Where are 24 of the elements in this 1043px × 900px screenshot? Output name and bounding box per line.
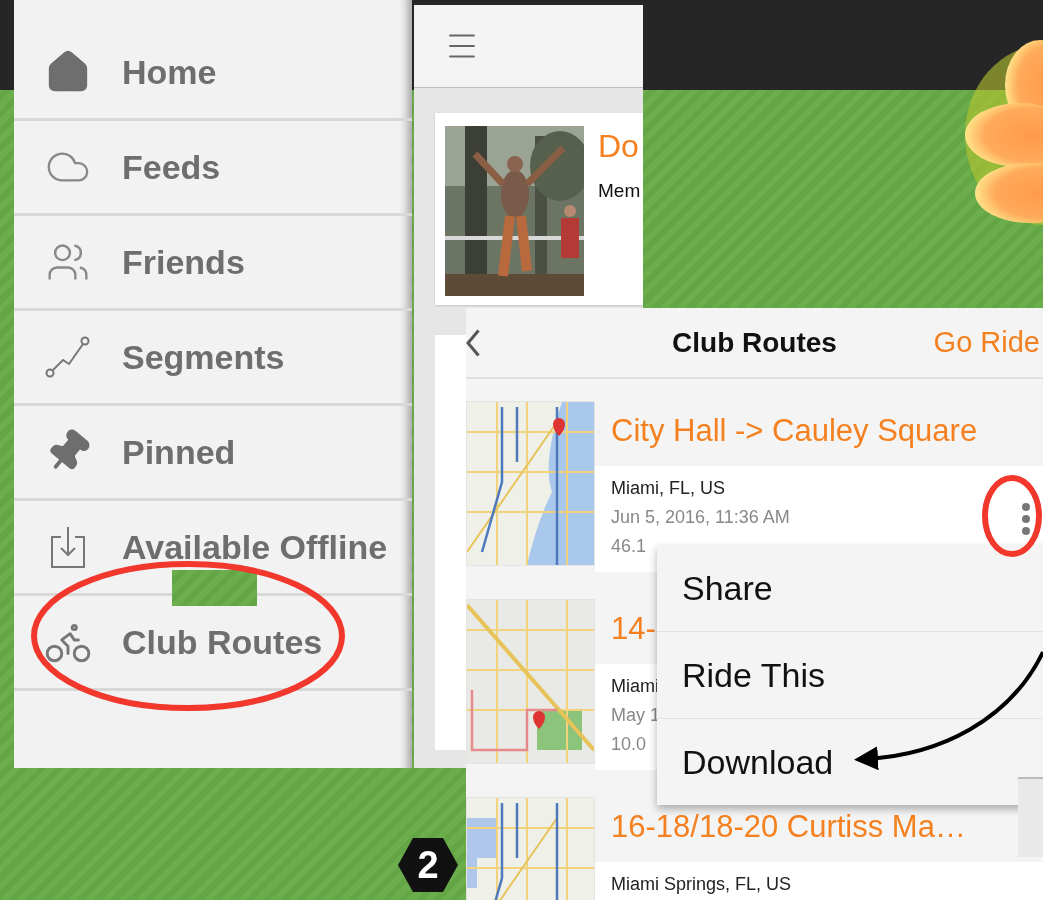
more-button[interactable] <box>1021 502 1031 536</box>
route-title[interactable]: City Hall -> Cauley Square <box>595 401 1043 466</box>
menu-item[interactable]: Pinned <box>14 406 412 501</box>
route-date: Jun 5, 2016, 11:36 AM <box>611 507 790 527</box>
route-location: Miami Springs, FL, US <box>611 874 792 894</box>
menu-option[interactable]: Download <box>657 719 1043 805</box>
screen-title: Club Routes <box>672 326 837 359</box>
route-distance: 46.1 <box>611 536 647 556</box>
menu-option[interactable]: Share <box>657 545 1043 632</box>
menu-item[interactable]: Friends <box>14 216 412 311</box>
feed-card[interactable]: Do Mem <box>435 113 643 305</box>
card-title: Do <box>598 127 640 166</box>
go-ride-button[interactable]: Go Ride <box>933 326 1043 359</box>
line-graph-icon <box>45 336 91 378</box>
route-location: Miami <box>611 676 659 696</box>
card-subtitle: Mem <box>598 180 641 202</box>
route-location: Miami, FL, US <box>611 478 725 498</box>
menu-option[interactable]: Ride This <box>657 632 1043 719</box>
step-badge: 2 <box>398 838 458 892</box>
menu-item[interactable]: Home <box>14 26 412 121</box>
menu-item[interactable]: Segments <box>14 311 412 406</box>
download-icon <box>50 525 86 569</box>
menu-item[interactable]: Feeds <box>14 121 412 216</box>
route-distance: 10.0 <box>611 734 647 754</box>
